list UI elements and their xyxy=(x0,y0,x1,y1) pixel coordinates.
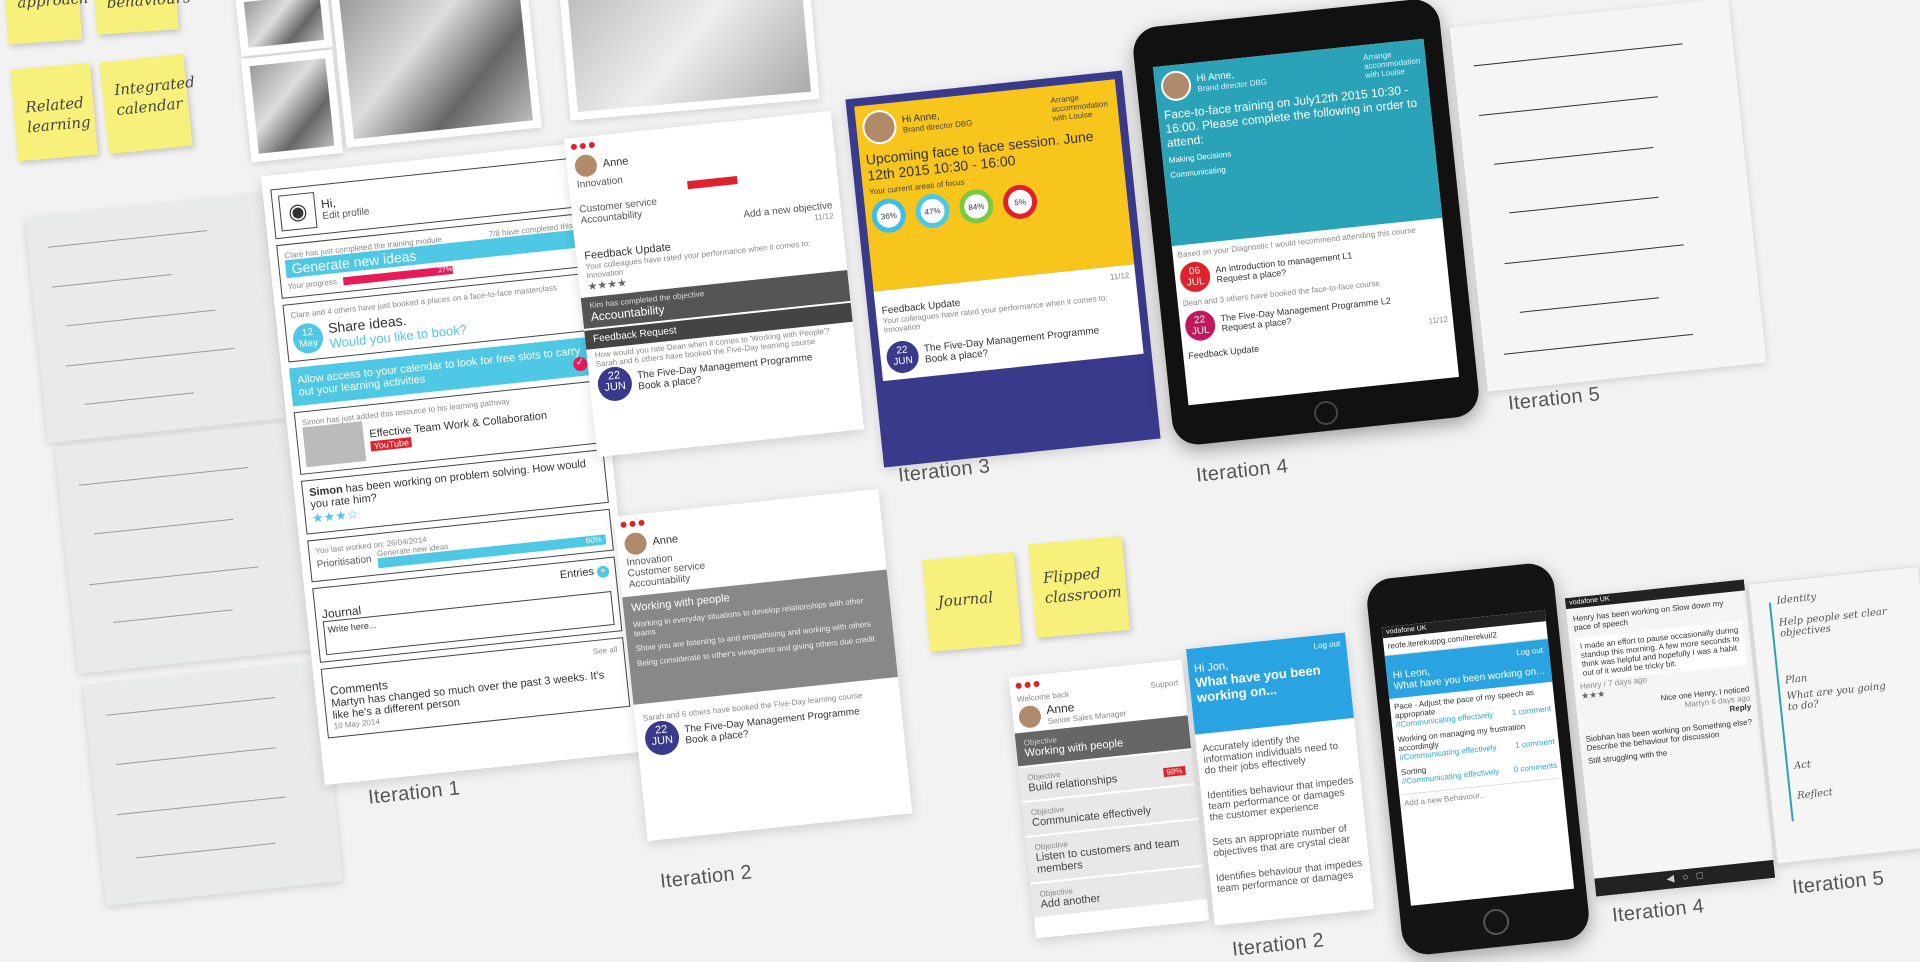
arrange-text[interactable]: Arrange accommodation with Louise xyxy=(1363,47,1422,80)
step-identity: Identity xyxy=(1776,591,1817,607)
avatar xyxy=(573,153,599,178)
caption-iteration-4-a: Iteration 4 xyxy=(1195,455,1290,487)
avatar: ◉ xyxy=(278,191,318,232)
iteration-4-phone: vodafone UK reofe.iterekuppg.com/itereku… xyxy=(1364,561,1592,957)
focus-ring-2[interactable]: 47% xyxy=(913,192,952,230)
date-badge: 12 May xyxy=(291,321,325,355)
sticky-note-journal: Journal xyxy=(922,552,1022,652)
user-name: Anne xyxy=(651,533,679,548)
behaviour-item-1[interactable]: Accurately identify the information indi… xyxy=(1202,729,1353,777)
iteration-3-mockup: Hi Anne, Brand director DBG Arrange acco… xyxy=(845,70,1161,468)
focus-ring-1[interactable]: 36% xyxy=(870,196,908,235)
iteration-2-mobile-a: Welcome back Support Anne Senior Sales M… xyxy=(1008,659,1210,939)
entries-label[interactable]: Entries xyxy=(559,566,594,582)
photo-workshop-1 xyxy=(235,0,333,57)
avatar xyxy=(1159,69,1193,103)
home-button[interactable] xyxy=(1481,907,1511,937)
iteration-4-android: vodafone UK Henry has been working on Sl… xyxy=(1564,579,1776,897)
tablet-screen: Hi Anne, Brand director DBG Arrange acco… xyxy=(1152,38,1460,406)
home-button[interactable] xyxy=(1312,399,1340,427)
step-plan: Plan xyxy=(1784,673,1808,687)
photo-workshop-3 xyxy=(330,0,542,148)
sticky-integrated-calendar-text: Integrated calendar xyxy=(113,72,196,119)
behaviour-item-3[interactable]: Sets an appropriate number of objectives… xyxy=(1212,822,1361,859)
date-badge: 22 JUN xyxy=(885,339,921,375)
date-badge: 22 JUN xyxy=(596,365,634,403)
step-act: Act xyxy=(1793,759,1812,772)
sticky-note-related-learning: Related learning xyxy=(10,62,98,162)
sticky-related-learning-text: Related learning xyxy=(24,93,92,136)
behaviour-item-4[interactable]: Identifies behaviour that impedes team p… xyxy=(1215,858,1364,895)
caption-iteration-2-b: Iteration 2 xyxy=(1231,929,1326,961)
check-icon: ✓ xyxy=(572,356,588,372)
phone-screen: vodafone UK reofe.iterekuppg.com/itereku… xyxy=(1381,610,1575,906)
sticky-approach-text: approach xyxy=(16,0,90,12)
sticky-flipped-classroom-text: Flipped classroom xyxy=(1042,564,1123,607)
photo-workshop-2 xyxy=(240,49,344,163)
arrange-text[interactable]: Arrange accommodation with Louise xyxy=(1050,89,1112,123)
behaviour-item-2[interactable]: Identifies behaviour that impedes team p… xyxy=(1207,775,1358,823)
caption-iteration-2-a: Iteration 2 xyxy=(659,861,754,893)
sticky-note-flipped-classroom: Flipped classroom xyxy=(1028,536,1130,638)
caption-iteration-4-b: Iteration 4 xyxy=(1611,895,1706,927)
iteration-4-tablet: Hi Anne, Brand director DBG Arrange acco… xyxy=(1130,0,1482,447)
prioritisation-label: Prioritisation xyxy=(316,553,373,571)
date-badge-2: 22 JUL xyxy=(1183,309,1217,343)
iteration-2-mockup-b: Anne Innovation Customer service Account… xyxy=(613,488,913,842)
sketch-iteration-5 xyxy=(1449,0,1767,392)
focus-ring-4[interactable]: 5% xyxy=(1001,183,1039,221)
avatar xyxy=(623,531,648,556)
step-what: What are you going to do? xyxy=(1786,680,1887,714)
sketch-wireframe-3 xyxy=(83,662,343,906)
android-nav-bar: ◀ ○ □ xyxy=(1594,859,1776,897)
resource-thumbnail xyxy=(302,421,367,468)
avatar xyxy=(860,108,899,146)
sticky-journal-text: Journal xyxy=(937,588,994,611)
sketch-wireframe-1 xyxy=(24,194,286,443)
percent-badge: 98% xyxy=(1163,765,1186,778)
focus-ring-3[interactable]: 84% xyxy=(957,187,995,226)
photo-workshop-4 xyxy=(558,0,820,121)
caption-iteration-5-b: Iteration 5 xyxy=(1791,867,1886,899)
date-badge-1: 06 JUL xyxy=(1178,260,1212,294)
youtube-logo: YouTube xyxy=(370,437,413,452)
date-badge: 22 JUN xyxy=(643,719,681,757)
step-help: Help people set clear objectives xyxy=(1778,606,1888,640)
sticky-note-approach: approach xyxy=(3,0,89,45)
sticky-behaviours-text: behaviours xyxy=(106,0,192,13)
progress-label: Your progress xyxy=(287,277,338,292)
iteration-2-mobile-b: Log out Hi Jon, What have you been worki… xyxy=(1185,632,1375,926)
sticky-note-integrated-calendar: Integrated calendar xyxy=(99,53,196,155)
caption-iteration-1: Iteration 1 xyxy=(367,777,462,809)
sticky-note-behaviours: behaviours xyxy=(93,0,191,35)
plus-icon[interactable]: + xyxy=(596,565,610,579)
step-reflect: Reflect xyxy=(1796,787,1834,802)
sketch-iteration-5-b: Identity Help people set clear objective… xyxy=(1747,565,1920,865)
sketch-wireframe-2 xyxy=(54,422,316,674)
avatar xyxy=(1017,704,1043,729)
iteration-2-mockup-a: Anne Innovation Customer service Account… xyxy=(564,110,864,458)
user-name: Anne xyxy=(602,155,630,170)
